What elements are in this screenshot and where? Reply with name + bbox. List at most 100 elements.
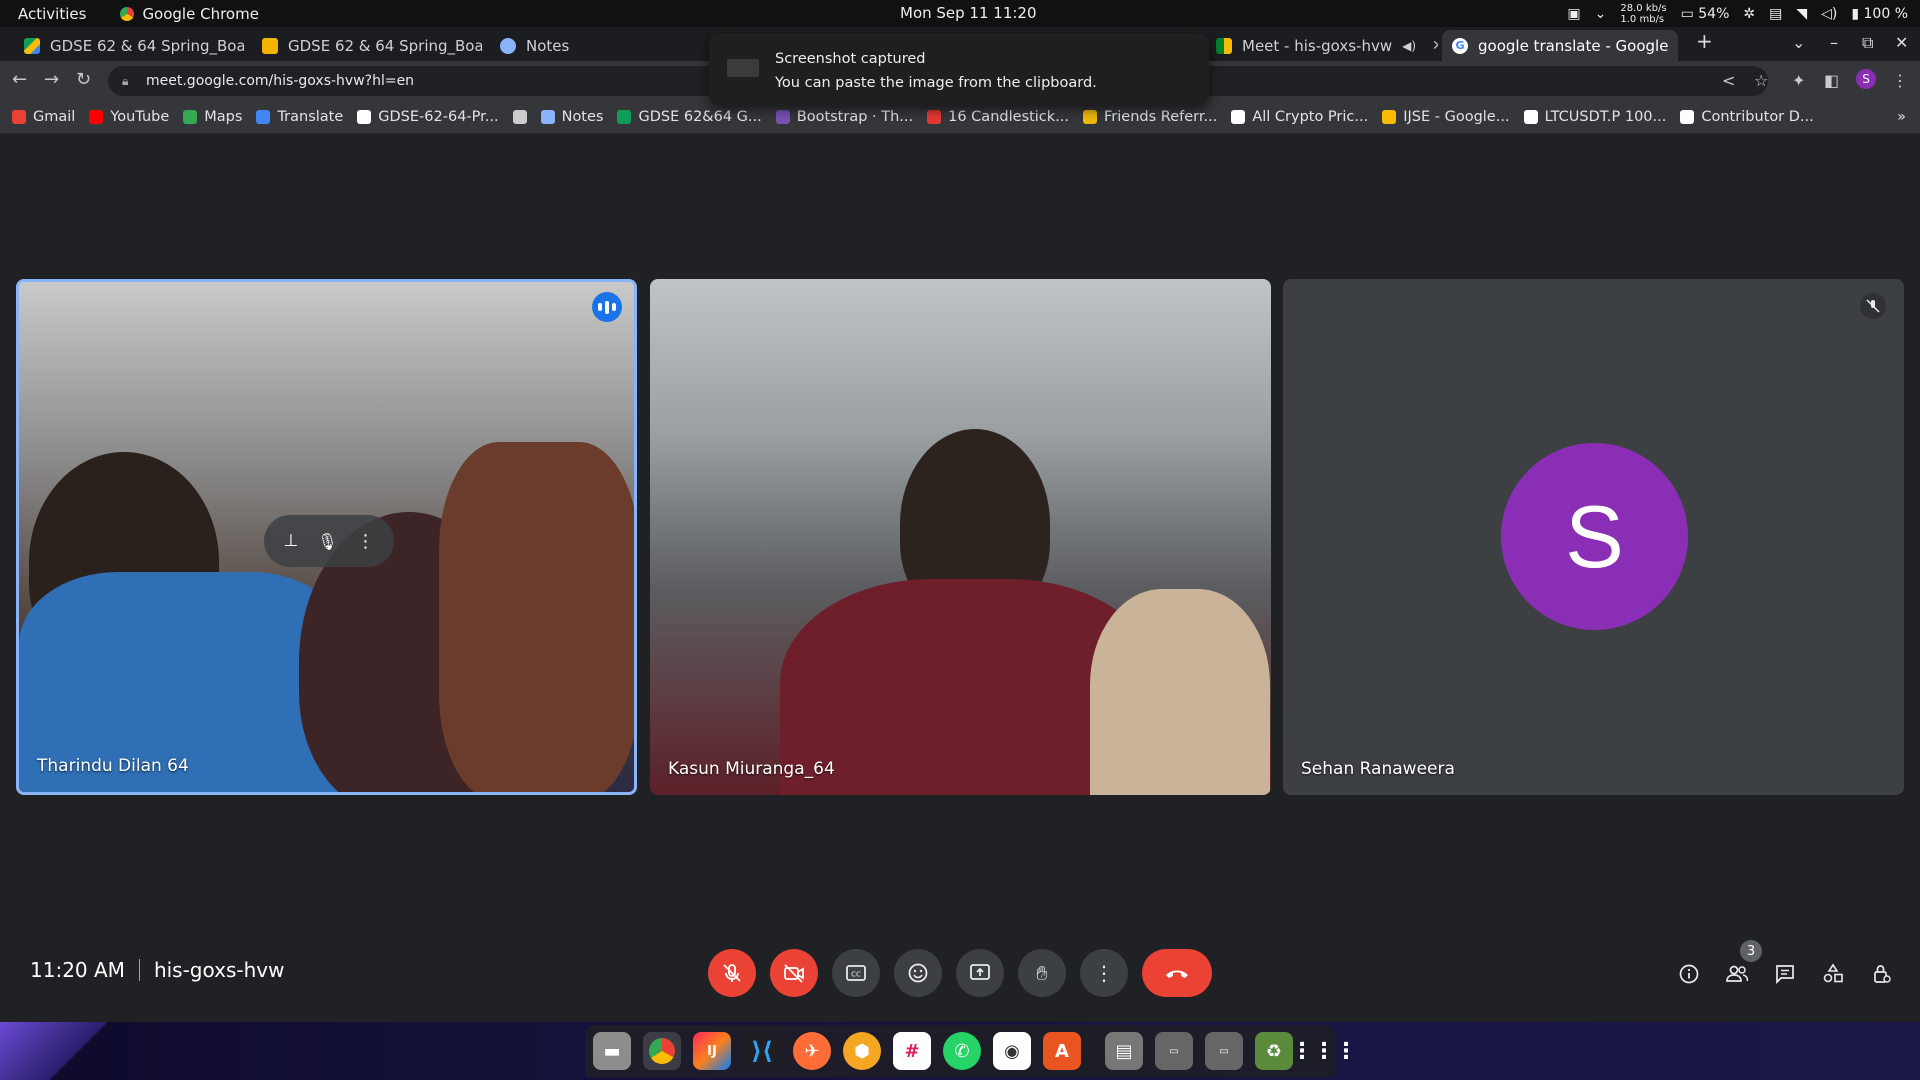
- bookmark-item[interactable]: Notes: [540, 109, 603, 125]
- reactions-button[interactable]: [894, 949, 942, 997]
- ssd-drive-icon[interactable]: ▭: [1205, 1032, 1243, 1070]
- bookmark-item[interactable]: YouTube: [89, 109, 169, 125]
- bookmark-favicon-icon: [775, 110, 790, 124]
- bookmark-item[interactable]: 16 Candlestick...: [927, 109, 1069, 125]
- tab-gdse-1[interactable]: GDSE 62 & 64 Spring_Boar ✕: [14, 30, 244, 61]
- eclipse-icon[interactable]: ◉: [993, 1032, 1031, 1070]
- bookmark-favicon-icon: [12, 110, 26, 124]
- leave-call-button[interactable]: [1142, 949, 1212, 997]
- mic-toggle-button[interactable]: [708, 949, 756, 997]
- extension-icon[interactable]: ✲: [1743, 6, 1755, 22]
- slack-icon[interactable]: #: [893, 1032, 931, 1070]
- bookmark-item[interactable]: GDSE-62-64-Pr...: [357, 109, 499, 125]
- trash-icon[interactable]: ♻: [1255, 1032, 1293, 1070]
- tab-meet[interactable]: Meet - his-goxs-hvw ◀) ✕: [1206, 30, 1438, 61]
- people-icon[interactable]: [1725, 962, 1749, 986]
- bookmark-item[interactable]: All Crypto Pric...: [1231, 109, 1368, 125]
- bookmarks-bar: Gmail YouTube Maps Translate GDSE-62-64-Pr..…: [0, 101, 1920, 134]
- volume-icon[interactable]: ◁): [1821, 6, 1837, 22]
- divider: [138, 959, 140, 981]
- microphone-icon[interactable]: 🎙︎: [317, 532, 337, 551]
- side-panel-icon[interactable]: ◧: [1824, 71, 1839, 90]
- battery-icon[interactable]: ▮ 100 %: [1851, 6, 1908, 22]
- forward-icon[interactable]: →: [44, 69, 59, 90]
- software-center-icon[interactable]: A: [1043, 1032, 1081, 1070]
- bookmark-favicon-icon: [1231, 110, 1246, 124]
- close-icon[interactable]: ✕: [1432, 38, 1438, 54]
- meeting-info-icon[interactable]: [1677, 962, 1701, 986]
- chrome-icon[interactable]: [643, 1032, 681, 1070]
- profile-avatar[interactable]: S: [1856, 69, 1876, 89]
- app-grid-icon[interactable]: ⋮⋮⋮: [1291, 1032, 1357, 1070]
- participant-video-figure: [1090, 589, 1270, 795]
- lock-icon[interactable]: 🔒︎: [122, 74, 136, 89]
- chevron-down-icon[interactable]: ⌄: [1595, 6, 1607, 22]
- bookmark-item[interactable]: [512, 110, 527, 124]
- more-options-icon[interactable]: ⋮: [357, 531, 375, 552]
- brave-icon[interactable]: ⬢: [843, 1032, 881, 1070]
- tab-google-translate[interactable]: G google translate - Google ✕: [1442, 30, 1678, 61]
- postman-icon[interactable]: ✈: [793, 1032, 831, 1070]
- battery-indicator[interactable]: ▭ 54%: [1681, 6, 1730, 22]
- captions-button[interactable]: CC: [832, 949, 880, 997]
- focused-app-indicator[interactable]: Google Chrome: [120, 5, 259, 23]
- tab-notes[interactable]: Notes: [490, 30, 710, 61]
- restore-icon[interactable]: ⧉: [1862, 33, 1873, 53]
- focused-app-name: Google Chrome: [142, 4, 259, 23]
- bookmark-item[interactable]: GDSE 62&64 G...: [617, 109, 762, 125]
- speaker-icon[interactable]: ◀): [1402, 39, 1416, 53]
- intellij-icon[interactable]: IJ: [693, 1032, 731, 1070]
- bookmark-favicon-icon: [540, 110, 555, 124]
- camera-toggle-button[interactable]: [770, 949, 818, 997]
- drive-disk-icon[interactable]: ▤: [1105, 1032, 1143, 1070]
- bookmark-star-icon[interactable]: ☆: [1754, 71, 1768, 90]
- chat-icon[interactable]: [1773, 962, 1797, 986]
- more-bookmarks-icon[interactable]: »: [1897, 109, 1906, 125]
- close-window-icon[interactable]: ✕: [1895, 33, 1908, 52]
- activities-button[interactable]: Activities: [18, 5, 86, 23]
- present-screen-button[interactable]: [956, 949, 1004, 997]
- participant-tile[interactable]: S Sehan Ranaweera: [1283, 279, 1904, 795]
- raise-hand-button[interactable]: ✋︎: [1018, 949, 1066, 997]
- bookmark-item[interactable]: Contributor D...: [1680, 109, 1814, 125]
- system-tray[interactable]: ▣ ⌄ 28.0 kb/s 1.0 mb/s ▭ 54% ✲ ▤ ◥ ◁) ▮ …: [1567, 0, 1908, 27]
- more-options-button[interactable]: ⋮: [1080, 949, 1128, 997]
- tab-search-icon[interactable]: ⌄: [1792, 33, 1805, 52]
- bookmark-favicon-icon: [256, 110, 271, 124]
- notification-body: You can paste the image from the clipboa…: [775, 75, 1097, 91]
- new-tab-icon[interactable]: +: [1696, 29, 1713, 53]
- clipboard-icon[interactable]: ▤: [1769, 6, 1782, 22]
- whatsapp-icon[interactable]: ✆: [943, 1032, 981, 1070]
- back-icon[interactable]: ←: [12, 69, 27, 90]
- bookmark-item[interactable]: Friends Referr...: [1083, 109, 1217, 125]
- bookmark-item[interactable]: Bootstrap · Th...: [775, 109, 913, 125]
- google-icon: G: [1452, 37, 1468, 54]
- pin-icon[interactable]: ⊥: [283, 531, 298, 551]
- chrome-menu-icon[interactable]: ⋮: [1892, 71, 1908, 90]
- reload-icon[interactable]: ↻: [76, 69, 91, 90]
- bookmark-item[interactable]: Translate: [256, 109, 343, 125]
- screenshot-notification[interactable]: Screenshot captured You can paste the im…: [709, 33, 1209, 105]
- bookmark-item[interactable]: IJSE - Google...: [1382, 109, 1510, 125]
- tile-hover-menu[interactable]: ⊥ 🎙︎ ⋮: [264, 515, 394, 567]
- bookmark-item[interactable]: Gmail: [12, 109, 75, 125]
- bookmark-item[interactable]: Maps: [183, 109, 242, 125]
- vscode-icon[interactable]: ⟩⟨: [743, 1032, 781, 1070]
- system-clock[interactable]: Mon Sep 11 11:20: [900, 4, 1037, 22]
- wifi-icon[interactable]: ◥: [1796, 6, 1807, 22]
- screenshot-thumbnail: [727, 59, 759, 77]
- minimize-icon[interactable]: –: [1830, 33, 1838, 52]
- bookmark-item[interactable]: LTCUSDT.P 100...: [1523, 109, 1666, 125]
- participant-tile[interactable]: Kasun Miuranga_64: [650, 279, 1271, 795]
- host-controls-icon[interactable]: [1869, 962, 1893, 986]
- screen-icon[interactable]: ▣: [1567, 6, 1580, 22]
- files-icon[interactable]: ▬: [593, 1032, 631, 1070]
- people-count-badge: 3: [1740, 940, 1762, 962]
- ssd-drive-icon[interactable]: ▭: [1155, 1032, 1193, 1070]
- activities-icon[interactable]: [1821, 962, 1845, 986]
- extensions-icon[interactable]: ✦: [1792, 71, 1805, 90]
- tab-gdse-2[interactable]: GDSE 62 & 64 Spring_Boar ✕: [252, 30, 482, 61]
- bookmark-favicon-icon: [512, 110, 527, 124]
- share-icon[interactable]: <: [1722, 71, 1735, 90]
- participant-tile[interactable]: ⊥ 🎙︎ ⋮ Tharindu Dilan 64: [16, 279, 637, 795]
